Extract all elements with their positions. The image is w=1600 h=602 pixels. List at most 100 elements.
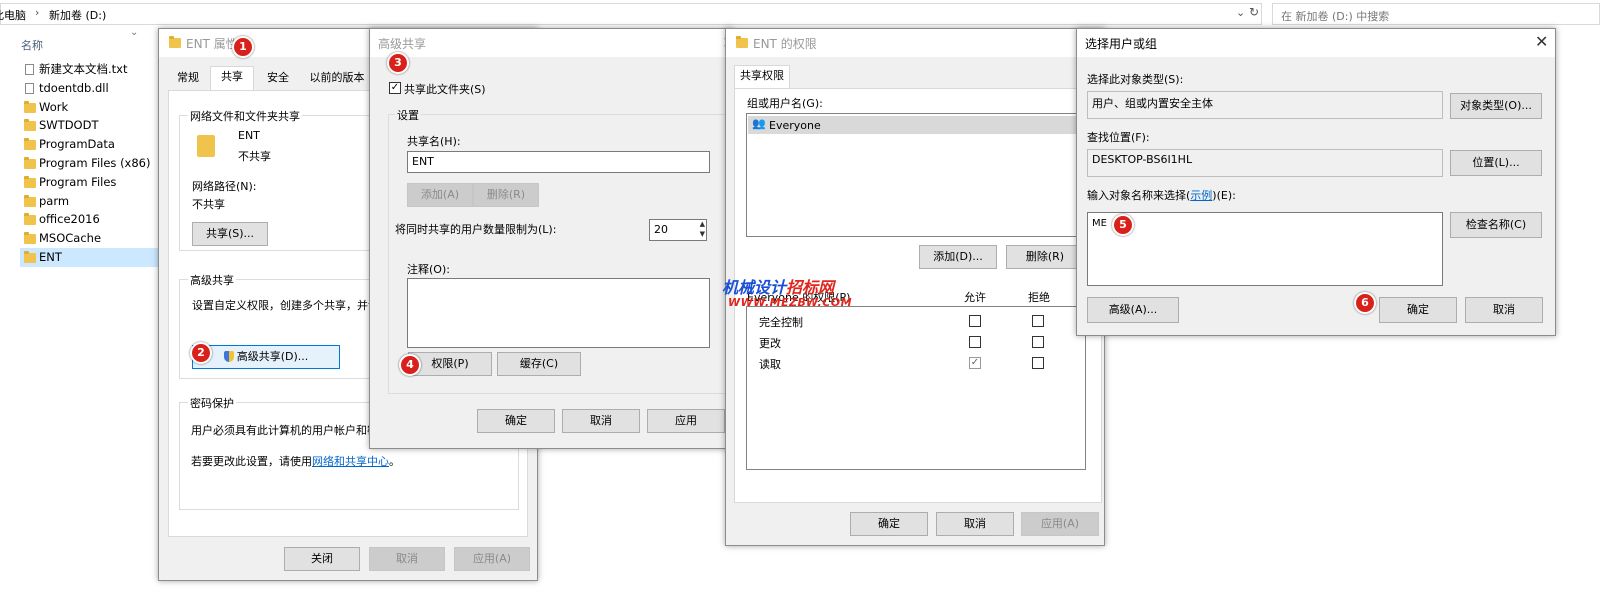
deny-checkbox[interactable] <box>1032 315 1044 327</box>
file-list-item[interactable]: Program Files <box>20 173 158 192</box>
cancel-button[interactable]: 取消 <box>369 547 445 571</box>
user-row-everyone[interactable]: 👥 Everyone <box>748 116 1084 134</box>
close-button[interactable]: 关闭 <box>284 547 360 571</box>
deny-checkbox[interactable] <box>1032 336 1044 348</box>
properties-title: ENT 属性 <box>186 37 238 51</box>
select-users-dialog: 选择用户或组 ✕ 选择此对象类型(S): 用户、组或内置安全主体 对象类型(O)… <box>1076 28 1556 336</box>
share-name-input[interactable]: ENT <box>407 151 710 173</box>
allow-checkbox[interactable] <box>969 315 981 327</box>
file-icon <box>25 82 34 94</box>
close-icon[interactable]: ✕ <box>1535 32 1548 51</box>
caching-button[interactable]: 缓存(C) <box>497 352 581 376</box>
user-limit-spinner[interactable]: 20 ▲ ▼ <box>649 219 707 241</box>
file-list-item[interactable]: 新建文本文档.txt <box>20 60 158 79</box>
allow-checkbox[interactable]: ✓ <box>969 357 981 369</box>
advanced-share-label: 高级共享(D)... <box>236 350 309 363</box>
users-listbox[interactable]: 👥 Everyone <box>746 113 1086 237</box>
uac-shield-icon <box>223 351 234 362</box>
ok-button[interactable]: 确定 <box>850 512 928 536</box>
cancel-button[interactable]: 取消 <box>562 409 640 433</box>
search-input[interactable]: 在 新加卷 (D:) 中搜索 <box>1272 3 1600 25</box>
user-limit-label: 将同时共享的用户数量限制为(L): <box>395 223 557 236</box>
examples-link[interactable]: 示例 <box>1190 189 1212 202</box>
file-list-item[interactable]: office2016 <box>20 210 158 229</box>
file-name: ENT <box>39 250 62 264</box>
file-name: SWTDODT <box>39 118 99 133</box>
cancel-button[interactable]: 取消 <box>936 512 1014 536</box>
advanced-share-button[interactable]: 高级共享(D)... <box>192 345 340 369</box>
tab-previous-versions[interactable]: 以前的版本 <box>304 68 370 90</box>
cancel-button[interactable]: 取消 <box>1465 297 1543 323</box>
deny-checkbox[interactable] <box>1032 357 1044 369</box>
apply-button[interactable]: 应用(A) <box>454 547 530 571</box>
network-sharing-center-link[interactable]: 网络和共享中心 <box>312 455 389 468</box>
folder-icon <box>736 36 748 48</box>
locations-button[interactable]: 位置(L)... <box>1450 150 1542 176</box>
object-type-field: 用户、组或内置安全主体 <box>1087 91 1443 119</box>
add-share-button[interactable]: 添加(A) <box>407 183 473 207</box>
comment-textarea[interactable] <box>407 278 710 348</box>
password-change-suffix: 。 <box>389 455 400 468</box>
add-user-button[interactable]: 添加(D)... <box>919 245 997 269</box>
address-bar[interactable]: 此电脑 › 新加卷 (D:) ⌄ <box>0 3 1262 25</box>
spinner-down-icon[interactable]: ▼ <box>700 230 705 238</box>
tab-security[interactable]: 安全 <box>258 68 298 90</box>
file-name: office2016 <box>39 212 100 227</box>
tab-share-permissions[interactable]: 共享权限 <box>734 65 790 89</box>
tab-general[interactable]: 常规 <box>170 68 206 90</box>
user-limit-value: 20 <box>654 223 668 236</box>
breadcrumb-root[interactable]: 此电脑 <box>0 7 26 23</box>
object-names-textarea[interactable]: ME <box>1087 212 1443 286</box>
network-path-value: 不共享 <box>192 198 225 211</box>
remove-user-button[interactable]: 删除(R) <box>1006 245 1084 269</box>
breadcrumb-current[interactable]: 新加卷 (D:) <box>49 7 106 23</box>
deny-header: 拒绝 <box>1028 291 1050 304</box>
object-names-label: 输入对象名称来选择(示例)(E): <box>1087 187 1236 203</box>
file-list-item[interactable]: MSOCache <box>20 229 158 248</box>
step-badge-6: 6 <box>1354 292 1376 314</box>
object-types-button[interactable]: 对象类型(O)... <box>1450 93 1542 119</box>
folder-icon <box>24 213 36 226</box>
file-list-item[interactable]: ENT <box>20 248 158 267</box>
file-name: tdoentdb.dll <box>39 80 109 95</box>
file-list-item[interactable]: tdoentdb.dll <box>20 79 158 98</box>
ok-button[interactable]: 确定 <box>1379 297 1457 323</box>
search-placeholder: 在 新加卷 (D:) 中搜索 <box>1281 10 1390 23</box>
share-folder-checkbox-label[interactable]: 共享此文件夹(S) <box>404 81 486 97</box>
ok-button[interactable]: 确定 <box>477 409 555 433</box>
users-group-icon: 👥 <box>752 117 766 130</box>
file-list-item[interactable]: SWTDODT <box>20 116 158 135</box>
step-badge-2: 2 <box>190 342 212 364</box>
file-name: Work <box>39 99 69 114</box>
check-names-button[interactable]: 检查名称(C) <box>1450 212 1542 238</box>
apply-button[interactable]: 应用(A) <box>1021 512 1099 536</box>
tab-sharing[interactable]: 共享 <box>210 66 254 90</box>
refresh-icon[interactable]: ↻ <box>1249 5 1259 19</box>
file-name: 新建文本文档.txt <box>39 62 128 76</box>
group-title: 密码保护 <box>188 395 236 411</box>
share-name-label: 共享名(H): <box>407 135 461 148</box>
sort-chevron-icon: ⌄ <box>130 27 139 38</box>
column-header-name[interactable]: 名称 <box>21 37 43 53</box>
step-badge-3: 3 <box>387 52 409 74</box>
apply-button[interactable]: 应用 <box>647 409 725 433</box>
group-title: 设置 <box>395 107 421 123</box>
share-button[interactable]: 共享(S)... <box>192 222 268 246</box>
share-folder-checkbox[interactable]: ✓ <box>389 82 401 94</box>
permission-name: 更改 <box>759 337 781 350</box>
spinner-up-icon[interactable]: ▲ <box>700 220 705 228</box>
group-title: 网络文件和文件夹共享 <box>188 108 302 124</box>
permissions-list <box>746 306 1086 470</box>
password-description: 用户必须具有此计算机的用户帐户和密 <box>191 424 378 437</box>
file-list-item[interactable]: ProgramData <box>20 135 158 154</box>
file-list-item[interactable]: Work <box>20 98 158 117</box>
permission-name: 读取 <box>759 358 781 371</box>
address-dropdown-icon[interactable]: ⌄ <box>1236 6 1245 19</box>
allow-checkbox[interactable] <box>969 336 981 348</box>
permission-name: 完全控制 <box>759 316 803 329</box>
watermark-line1-red: 招标网 <box>786 278 835 297</box>
file-list-item[interactable]: Program Files (x86) <box>20 154 158 173</box>
advanced-button[interactable]: 高级(A)... <box>1087 297 1179 323</box>
remove-share-button[interactable]: 删除(R) <box>473 183 539 207</box>
file-list-item[interactable]: parm <box>20 192 158 211</box>
